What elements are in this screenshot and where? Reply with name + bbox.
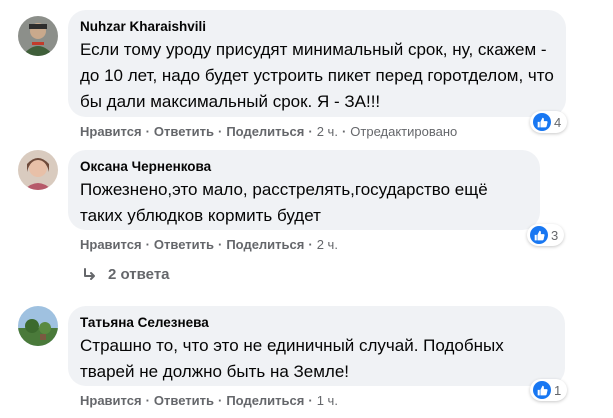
- separator: ·: [308, 237, 313, 252]
- like-icon: [530, 226, 548, 244]
- like-button[interactable]: Нравится: [80, 124, 142, 139]
- separator: ·: [217, 393, 223, 408]
- separator: ·: [145, 124, 150, 139]
- view-replies-link[interactable]: 2 ответа: [82, 266, 170, 283]
- comment-author[interactable]: Татьяна Селезнева: [80, 314, 553, 331]
- comment-author[interactable]: Nuhzar Kharaishvili: [80, 18, 554, 35]
- separator: ·: [308, 124, 313, 139]
- reaction-count-value: 1: [554, 382, 562, 398]
- reply-button[interactable]: Ответить: [154, 393, 214, 408]
- avatar[interactable]: [18, 16, 58, 56]
- comment-actions: Нравится · Ответить · Поделиться · 2 ч. · Отреда…: [80, 124, 457, 140]
- comment-text: Если тому уроду присудят минимальный сро…: [80, 40, 554, 111]
- avatar-image: [18, 150, 58, 190]
- avatar[interactable]: [18, 306, 58, 346]
- comment-text: Пожезнено,это мало, расстрелять,государс…: [80, 180, 488, 225]
- like-icon: [533, 381, 551, 399]
- reaction-count-value: 4: [554, 114, 562, 130]
- separator: ·: [308, 393, 313, 408]
- like-button[interactable]: Нравится: [80, 393, 142, 408]
- comment-actions: Нравится · Ответить · Поделиться · 2 ч.: [80, 237, 338, 253]
- reaction-count[interactable]: 4: [530, 111, 568, 133]
- reaction-count[interactable]: 1: [530, 379, 568, 401]
- share-button[interactable]: Поделиться: [226, 237, 304, 252]
- separator: ·: [145, 237, 150, 252]
- reply-arrow-icon: [82, 267, 98, 283]
- separator: ·: [341, 124, 347, 139]
- comment-text: Страшно то, что это не единичный случай.…: [80, 336, 504, 381]
- reaction-count-value: 3: [551, 227, 559, 243]
- comment-actions: Нравится · Ответить · Поделиться · 1 ч.: [80, 393, 338, 409]
- comment-bubble: Оксана Черненкова Пожезнено,это мало, ра…: [68, 150, 540, 230]
- comment-time[interactable]: 1 ч.: [317, 393, 338, 408]
- like-button[interactable]: Нравится: [80, 237, 142, 252]
- comment-author[interactable]: Оксана Черненкова: [80, 158, 528, 175]
- separator: ·: [217, 237, 223, 252]
- reaction-count[interactable]: 3: [527, 224, 565, 246]
- share-button[interactable]: Поделиться: [226, 393, 304, 408]
- comment-time[interactable]: 2 ч.: [317, 237, 338, 252]
- separator: ·: [145, 393, 150, 408]
- comment-bubble: Nuhzar Kharaishvili Если тому уроду прис…: [68, 10, 566, 117]
- like-icon: [533, 113, 551, 131]
- avatar[interactable]: [18, 150, 58, 190]
- reply-button[interactable]: Ответить: [154, 124, 214, 139]
- reply-button[interactable]: Ответить: [154, 237, 214, 252]
- share-button[interactable]: Поделиться: [226, 124, 304, 139]
- edited-label: Отредактировано: [350, 124, 458, 139]
- replies-count: 2 ответа: [108, 266, 170, 283]
- separator: ·: [217, 124, 223, 139]
- comment-time[interactable]: 2 ч.: [317, 124, 338, 139]
- avatar-image: [18, 306, 58, 346]
- comment-bubble: Татьяна Селезнева Страшно то, что это не…: [68, 306, 565, 386]
- avatar-image: [18, 16, 58, 56]
